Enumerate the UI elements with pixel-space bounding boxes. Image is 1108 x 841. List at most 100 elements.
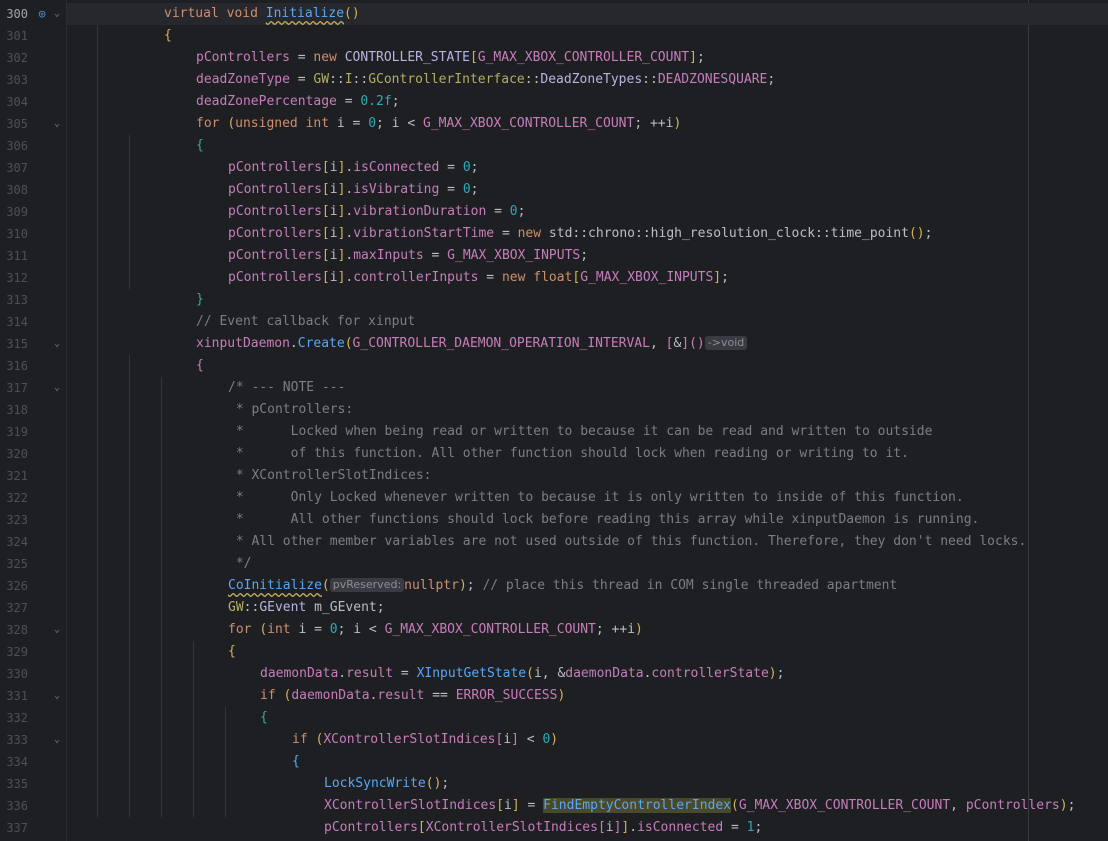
code-line[interactable]: if (daemonData.result == ERROR_SUCCESS) xyxy=(67,685,1108,707)
code-line[interactable]: * All other functions should lock before… xyxy=(67,509,1108,531)
code-area[interactable]: virtual void Initialize() { pControllers =… xyxy=(67,0,1108,841)
code-line[interactable]: * Locked when being read or written to b… xyxy=(67,421,1108,443)
line-number[interactable]: 316 xyxy=(0,355,28,377)
line-number[interactable]: 317 xyxy=(0,377,28,399)
line-number[interactable]: 310 xyxy=(0,223,28,245)
code-line[interactable]: LockSyncWrite(); xyxy=(67,773,1108,795)
code-text: pControllers[i].maxInputs = G_MAX_XBOX_I… xyxy=(228,248,589,263)
code-line[interactable]: if (XControllerSlotIndices[i] < 0) xyxy=(67,729,1108,751)
line-number[interactable]: 325 xyxy=(0,553,28,575)
code-line[interactable]: virtual void Initialize() xyxy=(67,3,1108,25)
code-line[interactable]: * XControllerSlotIndices: xyxy=(67,465,1108,487)
line-number[interactable]: 330 xyxy=(0,663,28,685)
code-line[interactable]: } xyxy=(67,289,1108,311)
line-number[interactable]: 311 xyxy=(0,245,28,267)
code-line[interactable]: daemonData.result = XInputGetState(i, &d… xyxy=(67,663,1108,685)
code-text: if (daemonData.result == ERROR_SUCCESS) xyxy=(260,688,566,703)
code-line[interactable]: * Only Locked whenever written to becaus… xyxy=(67,487,1108,509)
code-line[interactable]: */ xyxy=(67,553,1108,575)
code-text: CoInitialize(pvReserved: nullptr); // pla… xyxy=(228,578,898,593)
code-text: { xyxy=(164,28,172,43)
line-number[interactable]: 319 xyxy=(0,421,28,443)
line-number[interactable]: 324 xyxy=(0,531,28,553)
line-number[interactable]: 308 xyxy=(0,179,28,201)
code-line[interactable]: for (unsigned int i = 0; i < G_MAX_XBOX_… xyxy=(67,113,1108,135)
line-number[interactable]: 322 xyxy=(0,487,28,509)
line-number[interactable]: 327 xyxy=(0,597,28,619)
line-number[interactable]: 300 xyxy=(0,3,28,25)
code-text: * XControllerSlotIndices: xyxy=(228,468,432,483)
fold-chevron-icon[interactable]: ⌄ xyxy=(52,333,62,355)
fold-chevron-icon[interactable]: ⌄ xyxy=(52,685,62,707)
code-line[interactable]: pControllers[i].maxInputs = G_MAX_XBOX_I… xyxy=(67,245,1108,267)
line-number[interactable]: 320 xyxy=(0,443,28,465)
code-line[interactable]: /* --- NOTE --- xyxy=(67,377,1108,399)
line-number[interactable]: 323 xyxy=(0,509,28,531)
line-number[interactable]: 302 xyxy=(0,47,28,69)
line-number[interactable]: 335 xyxy=(0,773,28,795)
fold-chevron-icon[interactable]: ⌄ xyxy=(52,377,62,399)
code-line[interactable]: GW::GEvent m_GEvent; xyxy=(67,597,1108,619)
code-line[interactable]: * All other member variables are not use… xyxy=(67,531,1108,553)
code-line[interactable]: for (int i = 0; i < G_MAX_XBOX_CONTROLLE… xyxy=(67,619,1108,641)
code-line[interactable]: { xyxy=(67,355,1108,377)
line-number[interactable]: 321 xyxy=(0,465,28,487)
line-number[interactable]: 326 xyxy=(0,575,28,597)
line-number[interactable]: 337 xyxy=(0,817,28,839)
fold-chevron-icon[interactable]: ⌄ xyxy=(52,113,62,135)
code-line[interactable]: pControllers[i].isVibrating = 0; xyxy=(67,179,1108,201)
fold-chevron-icon[interactable]: ⌄ xyxy=(52,729,62,751)
code-text: { xyxy=(292,754,300,769)
code-text: if (XControllerSlotIndices[i] < 0) xyxy=(292,732,559,747)
code-line[interactable]: deadZonePercentage = 0.2f; xyxy=(67,91,1108,113)
code-text: { xyxy=(260,710,268,725)
line-number[interactable]: 303 xyxy=(0,69,28,91)
code-line[interactable]: // Event callback for xinput xyxy=(67,311,1108,333)
code-line[interactable]: XControllerSlotIndices[i] = FindEmptyCon… xyxy=(67,795,1108,817)
code-line[interactable]: pControllers[i].vibrationDuration = 0; xyxy=(67,201,1108,223)
code-line[interactable]: { xyxy=(67,707,1108,729)
code-line[interactable]: pControllers[i].isConnected = 0; xyxy=(67,157,1108,179)
code-line[interactable]: deadZoneType = GW::I::GControllerInterfa… xyxy=(67,69,1108,91)
code-line[interactable]: { xyxy=(67,25,1108,47)
code-text: XControllerSlotIndices[i] = FindEmptyCon… xyxy=(324,798,1076,813)
code-line[interactable]: CoInitialize(pvReserved: nullptr); // pla… xyxy=(67,575,1108,597)
code-line[interactable]: { xyxy=(67,751,1108,773)
line-number[interactable]: 305 xyxy=(0,113,28,135)
line-number[interactable]: 304 xyxy=(0,91,28,113)
code-text: /* --- NOTE --- xyxy=(228,380,346,395)
line-number[interactable]: 333 xyxy=(0,729,28,751)
line-number[interactable]: 309 xyxy=(0,201,28,223)
code-line[interactable]: pControllers[i].controllerInputs = new f… xyxy=(67,267,1108,289)
code-line[interactable]: { xyxy=(67,135,1108,157)
fold-chevron-icon[interactable]: ⌄ xyxy=(52,619,62,641)
code-line[interactable]: { xyxy=(67,641,1108,663)
line-number[interactable]: 312 xyxy=(0,267,28,289)
line-number[interactable]: 329 xyxy=(0,641,28,663)
line-number[interactable]: 336 xyxy=(0,795,28,817)
code-line[interactable]: xinputDaemon.Create(G_CONTROLLER_DAEMON_… xyxy=(67,333,1108,355)
line-number[interactable]: 315 xyxy=(0,333,28,355)
code-line[interactable]: pControllers[i].vibrationStartTime = new… xyxy=(67,223,1108,245)
line-number[interactable]: 334 xyxy=(0,751,28,773)
line-number[interactable]: 331 xyxy=(0,685,28,707)
line-number[interactable]: 307 xyxy=(0,157,28,179)
code-text: { xyxy=(196,358,204,373)
code-text: deadZoneType = GW::I::GControllerInterfa… xyxy=(196,72,776,87)
implementing-method-icon[interactable]: ◎ xyxy=(34,3,50,25)
line-number[interactable]: 332 xyxy=(0,707,28,729)
code-editor[interactable]: 300 ◎ ⌄ 301 302 303 304 305 ⌄ 306 307 308 309 310 311 3… xyxy=(0,0,1108,841)
fold-chevron-icon[interactable]: ⌄ xyxy=(52,3,62,25)
line-number[interactable]: 306 xyxy=(0,135,28,157)
code-line[interactable]: * pControllers: xyxy=(67,399,1108,421)
line-number[interactable]: 314 xyxy=(0,311,28,333)
line-number[interactable]: 328 xyxy=(0,619,28,641)
code-line[interactable]: pControllers[XControllerSlotIndices[i]].… xyxy=(67,817,1108,839)
line-number[interactable]: 301 xyxy=(0,25,28,47)
code-line[interactable]: pControllers = new CONTROLLER_STATE[G_MA… xyxy=(67,47,1108,69)
code-text: * Locked when being read or written to b… xyxy=(228,424,933,439)
line-number[interactable]: 318 xyxy=(0,399,28,421)
line-number[interactable]: 313 xyxy=(0,289,28,311)
code-line[interactable]: * of this function. All other function s… xyxy=(67,443,1108,465)
code-text: * pControllers: xyxy=(228,402,354,417)
